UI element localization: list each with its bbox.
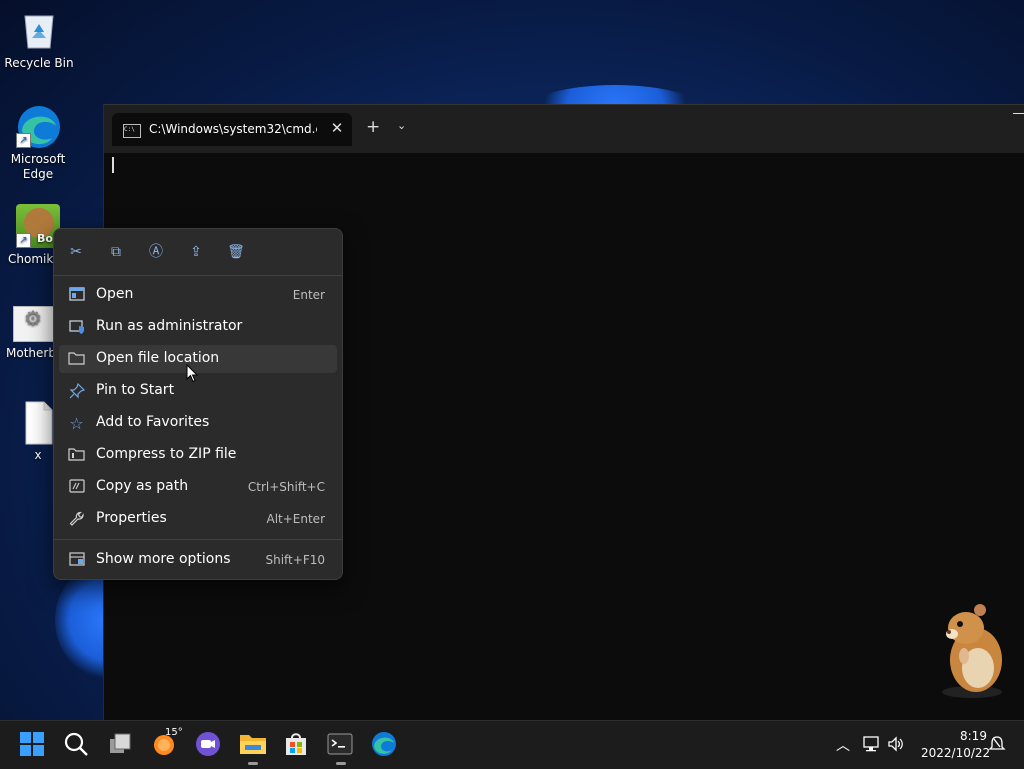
delete-icon[interactable]: 🗑	[225, 241, 247, 263]
video-chat-icon	[196, 732, 220, 756]
volume-icon[interactable]	[887, 735, 905, 757]
context-menu: ✂ ⧉ Ⓐ ⇪ 🗑 Open Enter Run as administrato…	[53, 228, 343, 580]
store-icon	[286, 733, 306, 755]
more-options-icon	[68, 552, 85, 569]
tab-dropdown-chevron-icon[interactable]: ⌄	[397, 119, 406, 132]
menu-item-properties[interactable]: Properties Alt+Enter	[59, 505, 337, 533]
menu-item-label: Properties	[96, 510, 167, 526]
menu-item-label: Pin to Start	[96, 382, 175, 398]
hamster-mascot[interactable]	[930, 600, 1010, 700]
copy-icon[interactable]: ⧉	[105, 241, 127, 263]
folder-icon	[240, 735, 266, 754]
menu-item-label: Compress to ZIP file	[96, 446, 237, 462]
gear-icon: ⚙	[24, 306, 42, 330]
context-quick-actions: ✂ ⧉ Ⓐ ⇪ 🗑	[54, 229, 342, 275]
file-explorer-button[interactable]	[239, 731, 267, 765]
menu-item-label: Open	[96, 286, 134, 302]
open-icon	[68, 287, 85, 304]
path-icon	[68, 479, 85, 496]
menu-item-label: Open file location	[96, 350, 220, 366]
new-tab-button[interactable]: +	[366, 117, 380, 137]
menu-item-copy-as-path[interactable]: Copy as path Ctrl+Shift+C	[59, 473, 337, 501]
shortcut-arrow-icon: ↗	[16, 133, 31, 148]
menu-item-pin-to-start[interactable]: Pin to Start	[59, 377, 337, 405]
menu-item-shortcut: Shift+F10	[265, 553, 325, 567]
pin-icon	[68, 382, 85, 400]
task-view-icon	[110, 733, 131, 753]
menu-item-open-file-location[interactable]: Open file location	[59, 345, 337, 373]
menu-separator	[54, 275, 342, 276]
start-button[interactable]	[19, 731, 47, 759]
desktop-icon-label: Recycle Bin	[4, 56, 74, 70]
desktop-icon-label: Microsoft Edge	[10, 152, 66, 181]
cut-icon[interactable]: ✂	[65, 241, 87, 263]
menu-item-label: Add to Favorites	[96, 414, 210, 430]
store-button[interactable]	[283, 731, 311, 759]
desktop-icon-recycle-bin[interactable]: Recycle Bin	[1, 8, 77, 71]
menu-item-shortcut: Ctrl+Shift+C	[247, 480, 325, 494]
recycle-bin-icon	[17, 8, 61, 52]
menu-item-shortcut: Enter	[292, 288, 325, 302]
notification-icon[interactable]	[988, 735, 1006, 757]
share-icon[interactable]: ⇪	[185, 241, 207, 263]
menu-item-show-more-options[interactable]: Show more options Shift+F10	[59, 546, 337, 574]
rename-icon[interactable]: Ⓐ	[145, 241, 167, 263]
tab-close-icon[interactable]: ✕	[328, 119, 346, 137]
edge-taskbar-button[interactable]	[371, 731, 399, 759]
weather-temp: 15°	[165, 727, 183, 738]
shortcut-arrow-icon: ↗	[16, 233, 31, 248]
running-indicator	[248, 762, 258, 765]
star-icon: ☆	[69, 414, 84, 433]
tray-overflow-chevron-icon[interactable]: ︿	[836, 735, 850, 755]
terminal-tab-bar: C:\ C:\Windows\system32\cmd.ex ✕ + ⌄	[104, 105, 1024, 153]
windows-logo-icon	[20, 732, 44, 756]
settings-gear-icon: ⚙	[13, 306, 55, 342]
menu-item-open[interactable]: Open Enter	[59, 281, 337, 309]
search-button[interactable]	[63, 731, 91, 759]
running-indicator	[336, 762, 346, 765]
edge-icon	[372, 732, 396, 756]
zip-icon	[68, 447, 85, 464]
weather-widget[interactable]: 15°	[151, 727, 183, 759]
terminal-taskbar-button[interactable]	[327, 731, 355, 765]
menu-item-add-to-favorites[interactable]: ☆ Add to Favorites	[59, 409, 337, 437]
task-view-button[interactable]	[107, 731, 135, 759]
text-cursor	[112, 157, 114, 173]
terminal-tab[interactable]: C:\ C:\Windows\system32\cmd.ex ✕	[112, 113, 352, 146]
desktop-icon-edge[interactable]: ↗ Microsoft Edge	[0, 104, 76, 182]
menu-item-run-as-administrator[interactable]: Run as administrator	[59, 313, 337, 341]
taskbar: 15° ︿ 8:19 2022/10/22	[0, 720, 1024, 769]
menu-item-shortcut: Alt+Enter	[266, 512, 325, 526]
edge-icon: ↗	[16, 104, 60, 148]
network-icon[interactable]	[862, 735, 880, 757]
folder-icon	[68, 351, 85, 368]
teams-chat-button[interactable]	[195, 731, 223, 759]
shield-icon	[68, 319, 85, 336]
clock-date[interactable]: 2022/10/22	[921, 746, 990, 760]
menu-item-label: Copy as path	[96, 478, 189, 494]
wrench-icon	[68, 511, 85, 528]
search-icon	[64, 732, 88, 756]
mouse-pointer-icon	[186, 363, 199, 387]
tab-title: C:\Windows\system32\cmd.ex	[149, 122, 317, 136]
terminal-icon	[327, 733, 353, 755]
cmd-icon: C:\	[123, 124, 141, 138]
menu-item-label: Show more options	[96, 551, 231, 567]
menu-item-compress-to-zip[interactable]: Compress to ZIP file	[59, 441, 337, 469]
menu-item-label: Run as administrator	[96, 318, 243, 334]
menu-separator	[54, 539, 342, 540]
minimize-icon[interactable]	[1013, 113, 1024, 114]
clock-time[interactable]: 8:19	[960, 729, 987, 743]
